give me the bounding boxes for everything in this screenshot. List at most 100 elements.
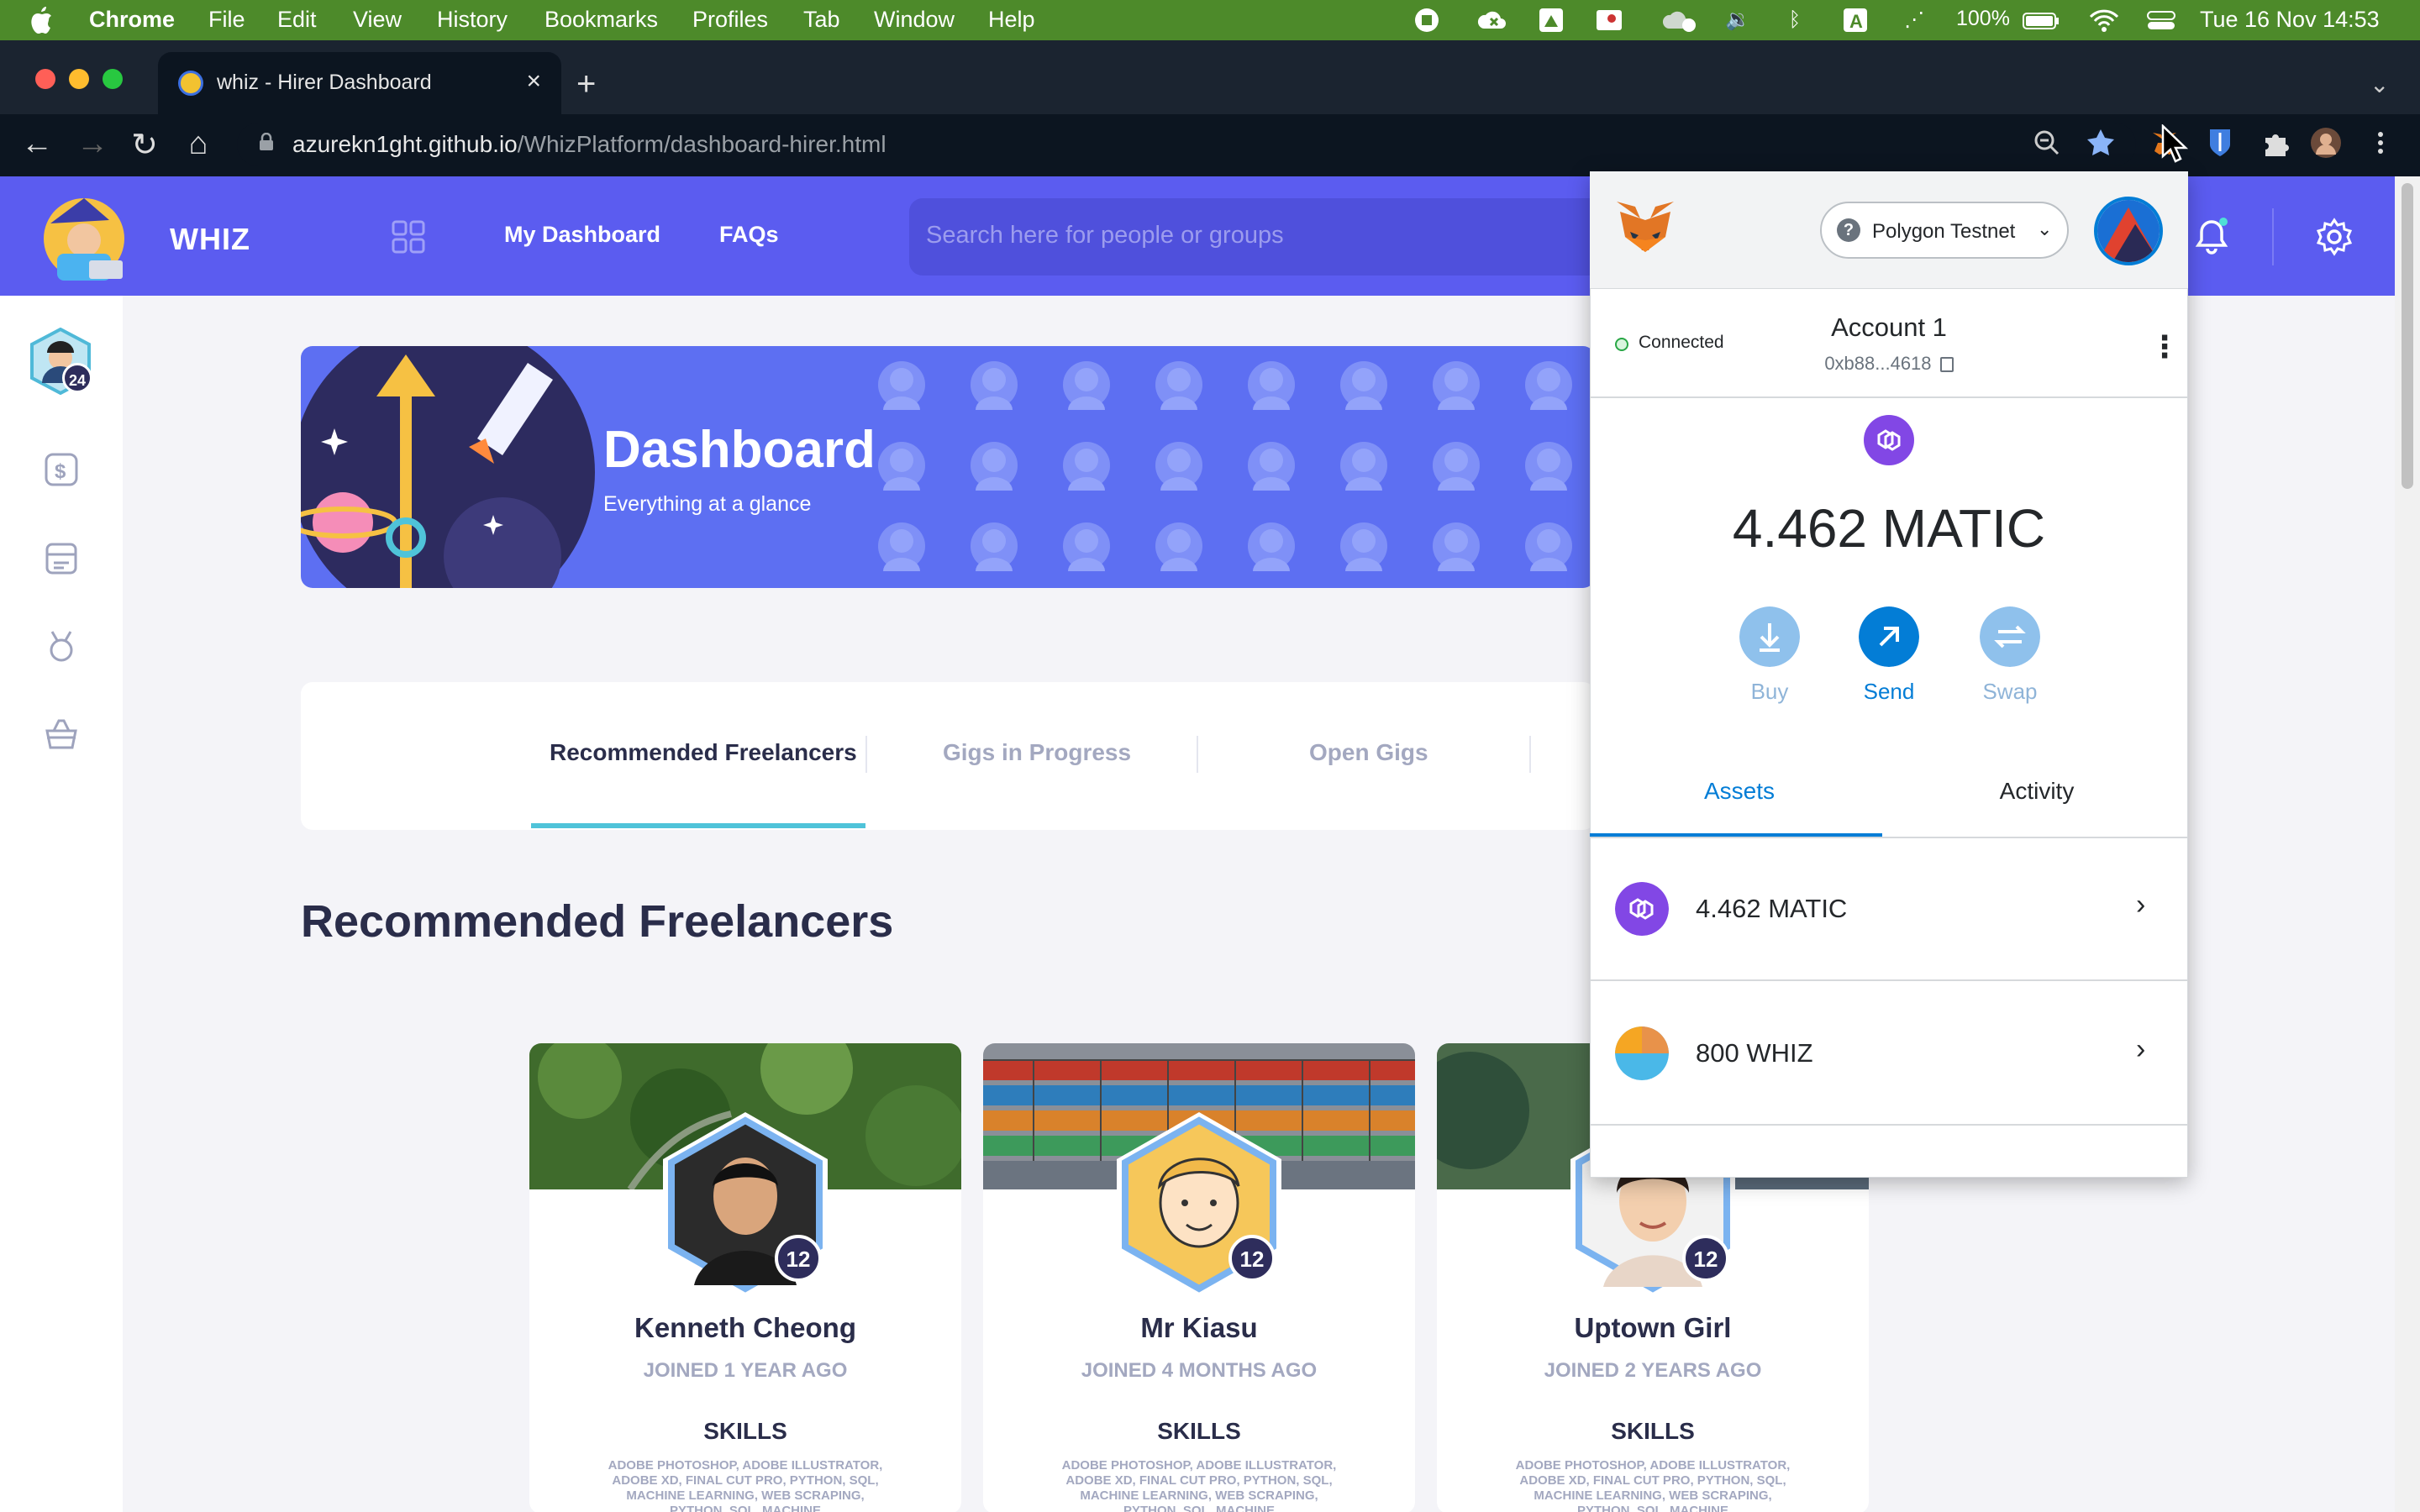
search-input[interactable] (926, 222, 1565, 249)
menu-help[interactable]: Help (988, 7, 1035, 33)
lock-icon[interactable] (259, 133, 274, 151)
buy-button[interactable] (1739, 606, 1800, 667)
bluetooth-icon[interactable]: ᛒ (1781, 7, 1808, 34)
menu-view[interactable]: View (353, 7, 402, 33)
banner-subtitle: Everything at a glance (603, 492, 812, 516)
medal-icon[interactable] (44, 628, 79, 664)
whiz-logo-icon[interactable] (34, 193, 134, 281)
account-identicon[interactable] (2094, 197, 2163, 265)
freelancer-card[interactable]: 12 Kenneth Cheong JOINED 1 YEAR AGO SKIL… (529, 1043, 961, 1512)
account-address-text: 0xb88...4618 (1824, 353, 1932, 374)
asset-row-whiz[interactable]: 800 WHIZ › (1590, 983, 2188, 1126)
window-minimize-button[interactable] (69, 69, 89, 89)
apps-grid-icon[interactable] (392, 220, 425, 254)
creative-cloud-icon[interactable] (1476, 7, 1506, 34)
send-label[interactable]: Send (1839, 679, 1939, 705)
page-scrollbar-thumb[interactable] (2402, 183, 2413, 489)
menu-profiles[interactable]: Profiles (692, 7, 768, 33)
extensions-puzzle-icon[interactable] (2259, 126, 2292, 160)
reload-icon[interactable]: ↻ (126, 126, 163, 164)
divider (1590, 396, 2188, 398)
profile-avatar-icon[interactable] (2309, 126, 2343, 160)
svg-text:A: A (1849, 11, 1863, 32)
new-tab-button[interactable]: + (576, 66, 596, 103)
nav-my-dashboard[interactable]: My Dashboard (504, 222, 660, 248)
freelancer-joined: JOINED 2 YEARS AGO (1544, 1359, 1762, 1382)
drive-icon[interactable] (1538, 7, 1565, 34)
search-box[interactable] (909, 198, 1615, 276)
tab-close-button[interactable]: × (526, 67, 541, 96)
freelancer-joined: JOINED 4 MONTHS AGO (1081, 1359, 1318, 1382)
menu-bookmarks[interactable]: Bookmarks (544, 7, 658, 33)
dots-icon[interactable]: ⋰ (1901, 7, 1928, 34)
copy-icon[interactable] (1939, 357, 1954, 373)
brand-name[interactable]: WHIZ (170, 222, 250, 257)
window-zoom-button[interactable] (103, 69, 123, 89)
bitwarden-extension-icon[interactable] (2203, 126, 2237, 160)
settings-gear-icon[interactable] (2314, 217, 2354, 257)
account-options-kebab-icon[interactable]: ⋮ (2149, 329, 2180, 365)
notification-bell-icon[interactable] (2193, 217, 2230, 257)
whiz-token-icon (1615, 1026, 1669, 1080)
account-address[interactable]: 0xb88...4618 (1800, 353, 1978, 375)
tab-divider (865, 736, 867, 773)
tab-assets[interactable]: Assets (1590, 778, 1889, 805)
macos-menu-bar: Chrome File Edit View History Bookmarks … (0, 0, 2420, 40)
freelancer-name[interactable]: Kenneth Cheong (529, 1312, 961, 1344)
banner-illustration (301, 346, 1595, 588)
swap-button[interactable] (1980, 606, 2040, 667)
tab-recommended-freelancers[interactable]: Recommended Freelancers (550, 739, 857, 766)
banner-title: Dashboard (603, 421, 876, 479)
send-button[interactable] (1859, 606, 1919, 667)
volume-icon[interactable]: 🔉 (1724, 7, 1751, 34)
skills-list: ADOBE PHOTOSHOP, ADOBE ILLUSTRATOR, ADOB… (608, 1458, 883, 1512)
cloud-icon[interactable] (1660, 7, 1696, 34)
zoom-icon[interactable] (2030, 126, 2064, 160)
menu-history[interactable]: History (437, 7, 508, 33)
metamask-fox-icon[interactable] (1613, 198, 1677, 257)
dollar-icon[interactable]: $ (44, 452, 79, 487)
battery-icon[interactable] (2022, 7, 2060, 34)
menu-app-chrome[interactable]: Chrome (89, 7, 175, 33)
tab-open-gigs[interactable]: Open Gigs (1309, 739, 1428, 766)
matic-icon (1615, 882, 1669, 936)
freelancer-name[interactable]: Uptown Girl (1437, 1312, 1869, 1344)
back-arrow-icon[interactable]: ← (18, 126, 55, 162)
skills-heading: SKILLS (1611, 1418, 1695, 1444)
level-badge: 12 (1682, 1235, 1729, 1282)
stop-icon[interactable] (1413, 7, 1440, 34)
tab-favicon-icon (178, 71, 203, 96)
connection-status[interactable]: Connected (1639, 333, 1724, 353)
home-icon[interactable]: ⌂ (180, 126, 217, 162)
asset-row-matic[interactable]: 4.462 MATIC › (1590, 838, 2188, 981)
apple-icon[interactable] (29, 5, 54, 34)
freelancer-card[interactable]: 12 Mr Kiasu JOINED 4 MONTHS AGO SKILLS A… (983, 1043, 1415, 1512)
photo-icon[interactable] (1595, 7, 1622, 34)
chevron-down-icon: ⌄ (2037, 218, 2053, 239)
basket-icon[interactable] (44, 716, 79, 751)
chrome-menu-icon[interactable] (2368, 126, 2393, 160)
window-close-button[interactable] (35, 69, 55, 89)
address-bar[interactable]: azurekn1ght.github.io/WhizPlatform/dashb… (237, 123, 2136, 166)
freelancer-name[interactable]: Mr Kiasu (983, 1312, 1415, 1344)
tab-activity[interactable]: Activity (1887, 778, 2186, 805)
card-icon[interactable] (44, 541, 79, 576)
text-input-icon[interactable]: A (1842, 7, 1869, 34)
control-center-icon[interactable] (2146, 7, 2176, 34)
swap-label[interactable]: Swap (1960, 679, 2060, 705)
bookmark-star-icon[interactable] (2084, 126, 2118, 160)
menu-edit[interactable]: Edit (277, 7, 317, 33)
menu-tab[interactable]: Tab (803, 7, 840, 33)
wifi-icon[interactable] (2087, 7, 2121, 34)
buy-label[interactable]: Buy (1719, 679, 1820, 705)
network-selector[interactable]: ? Polygon Testnet ⌄ (1820, 202, 2069, 259)
tab-search-chevron-icon[interactable]: ⌄ (2370, 71, 2389, 98)
menu-window[interactable]: Window (874, 7, 955, 33)
account-name[interactable]: Account 1 (1800, 312, 1978, 343)
active-tab-indicator (531, 823, 865, 828)
menu-file[interactable]: File (208, 7, 245, 33)
tab-gigs-in-progress[interactable]: Gigs in Progress (943, 739, 1131, 766)
forward-arrow-icon[interactable]: → (74, 126, 111, 162)
nav-faqs[interactable]: FAQs (719, 222, 779, 248)
browser-tab[interactable]: whiz - Hirer Dashboard × (158, 52, 561, 114)
